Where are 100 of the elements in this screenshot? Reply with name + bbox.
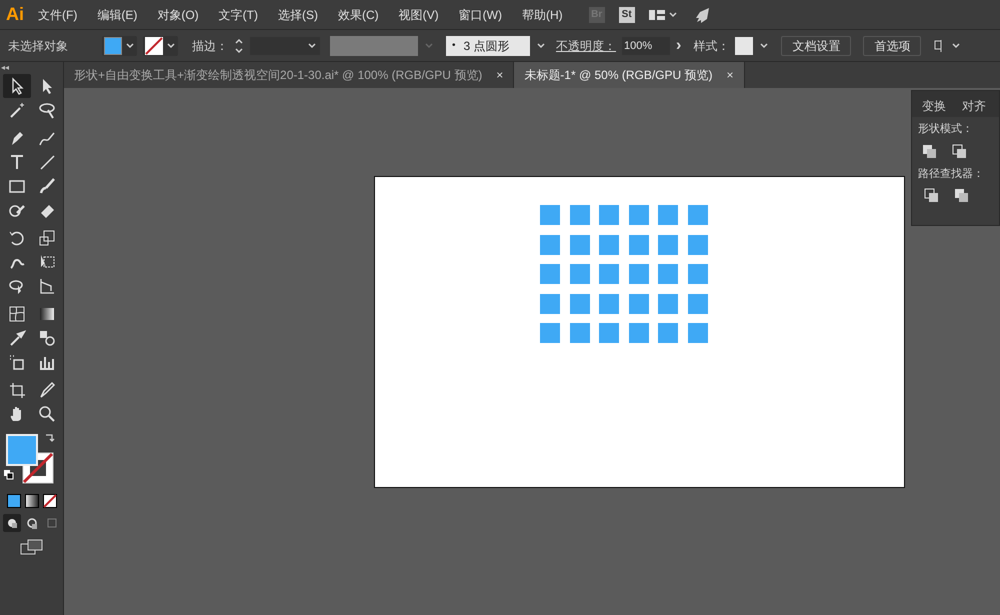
menu-item[interactable]: 选择(S) (278, 6, 318, 24)
fill-color-swatch[interactable] (6, 434, 38, 466)
square-shape (688, 294, 708, 314)
eyedropper-icon (8, 329, 26, 347)
stroke-weight-field[interactable] (250, 36, 320, 54)
brush-name: 3 点圆形 (464, 38, 510, 54)
graphic-style-swatch[interactable] (735, 36, 754, 54)
square-shape (628, 205, 648, 225)
chevron-down-icon (125, 41, 135, 50)
workspace-layout-icon[interactable] (648, 8, 679, 20)
paintbrush-icon (38, 177, 56, 195)
collapse-button[interactable]: ◂◂ (0, 62, 9, 74)
square-shape (688, 264, 708, 284)
square-shape (628, 234, 648, 254)
gradient-mode-icon[interactable] (24, 494, 38, 508)
swap-arrow-icon[interactable] (44, 432, 56, 444)
tool-button[interactable] (2, 74, 30, 98)
square-shape (688, 323, 708, 343)
square-shape (658, 323, 678, 343)
draw-behind-icon (24, 516, 38, 530)
lasso-icon (38, 101, 56, 119)
square-shape (599, 205, 619, 225)
next-button[interactable]: › (676, 34, 682, 58)
chevron-down-icon[interactable] (536, 41, 546, 50)
square-shape (540, 294, 560, 314)
trim-icon[interactable] (954, 188, 970, 204)
chevron-down-icon[interactable] (759, 41, 770, 50)
square-shape (628, 323, 648, 343)
gradient-icon (38, 305, 56, 323)
square-shape (570, 323, 590, 343)
toolbar-button[interactable]: 文档设置 (781, 36, 852, 56)
screen-mode-icon[interactable] (20, 538, 44, 556)
menu-item[interactable]: 对象(O) (157, 6, 199, 24)
style-label: 样式： (693, 38, 730, 54)
zoom-icon (38, 405, 56, 423)
square-shape (540, 205, 560, 225)
fill-swatch[interactable] (102, 36, 137, 56)
panel-tab[interactable]: 变换 (914, 95, 954, 117)
app-launch-button[interactable]: St (618, 6, 635, 22)
draw-mode-button[interactable] (2, 514, 20, 532)
draw-inside-icon (44, 516, 58, 530)
brush-dropdown[interactable]: • 3 点圆形 (446, 36, 530, 56)
menu-item[interactable]: 编辑(E) (97, 6, 138, 24)
chevron-down-icon (166, 41, 176, 50)
square-shape (570, 294, 590, 314)
square-shape (628, 264, 648, 284)
square-shape (628, 294, 648, 314)
none-mode-icon[interactable] (42, 494, 56, 508)
arrange-icon[interactable] (933, 38, 962, 54)
default-colors-icon[interactable] (4, 470, 14, 480)
document-tab[interactable]: 未标题-1* @ 50% (RGB/GPU 预览) × (514, 62, 745, 88)
panel-tab[interactable]: 对齐 (954, 95, 994, 117)
menu-item[interactable]: 帮助(H) (522, 6, 563, 24)
rotate-icon (8, 229, 26, 247)
stroke-label: 描边： (192, 38, 228, 54)
mesh-icon (8, 305, 26, 323)
square-shape (658, 294, 678, 314)
variable-width-profile[interactable] (330, 36, 418, 56)
square-shape (688, 205, 708, 225)
close-tab-button[interactable]: × (496, 66, 504, 84)
line-icon (38, 153, 56, 171)
square-shape (599, 264, 619, 284)
square-shape (658, 205, 678, 225)
crop-icon (8, 381, 26, 399)
stroke-swatch[interactable] (143, 36, 178, 56)
square-shape (570, 205, 590, 225)
chevron-down-icon (424, 41, 434, 50)
magic-wand-icon (8, 101, 26, 119)
square-shape (540, 264, 560, 284)
no-stroke-icon (145, 36, 163, 54)
app-logo[interactable]: Ai (0, 0, 30, 30)
selection-status: 未选择对象 (8, 38, 69, 54)
menu-item[interactable]: 视图(V) (398, 6, 439, 24)
stepper-icon[interactable] (234, 36, 244, 54)
square-shape (599, 323, 619, 343)
section-label: 路径查找器： (917, 166, 985, 182)
divide-icon[interactable] (924, 188, 940, 204)
menu-item[interactable]: 窗口(W) (458, 6, 502, 24)
square-shape (688, 234, 708, 254)
opacity-label[interactable]: 不透明度： (556, 36, 616, 54)
perspective-grid-icon (38, 277, 56, 295)
menu-item[interactable]: 文字(T) (218, 6, 258, 24)
square-shape (658, 264, 678, 284)
square-shape (599, 234, 619, 254)
toolbar-button[interactable]: 首选项 (863, 36, 922, 56)
menu-item[interactable]: 效果(C) (338, 6, 379, 24)
chevron-down-icon (307, 41, 317, 50)
color-mode-icon[interactable] (6, 494, 20, 508)
blend-icon (38, 329, 56, 347)
square-shape (570, 264, 590, 284)
minus-front-icon[interactable] (952, 144, 968, 160)
menu-item[interactable]: 文件(F) (38, 6, 78, 24)
opacity-field[interactable]: 100% (622, 36, 670, 54)
tab-title: 未标题-1* @ 50% (RGB/GPU 预览) (524, 67, 712, 84)
square-shape (540, 234, 560, 254)
close-tab-button[interactable]: × (726, 66, 734, 84)
tab-title: 形状+自由变换工具+渐变绘制透视空间20-1-30.ai* @ 100% (RGB/GPU 预览) (74, 67, 482, 84)
unite-icon[interactable] (922, 144, 938, 160)
section-label: 形状模式： (917, 122, 974, 137)
square-shape (570, 234, 590, 254)
